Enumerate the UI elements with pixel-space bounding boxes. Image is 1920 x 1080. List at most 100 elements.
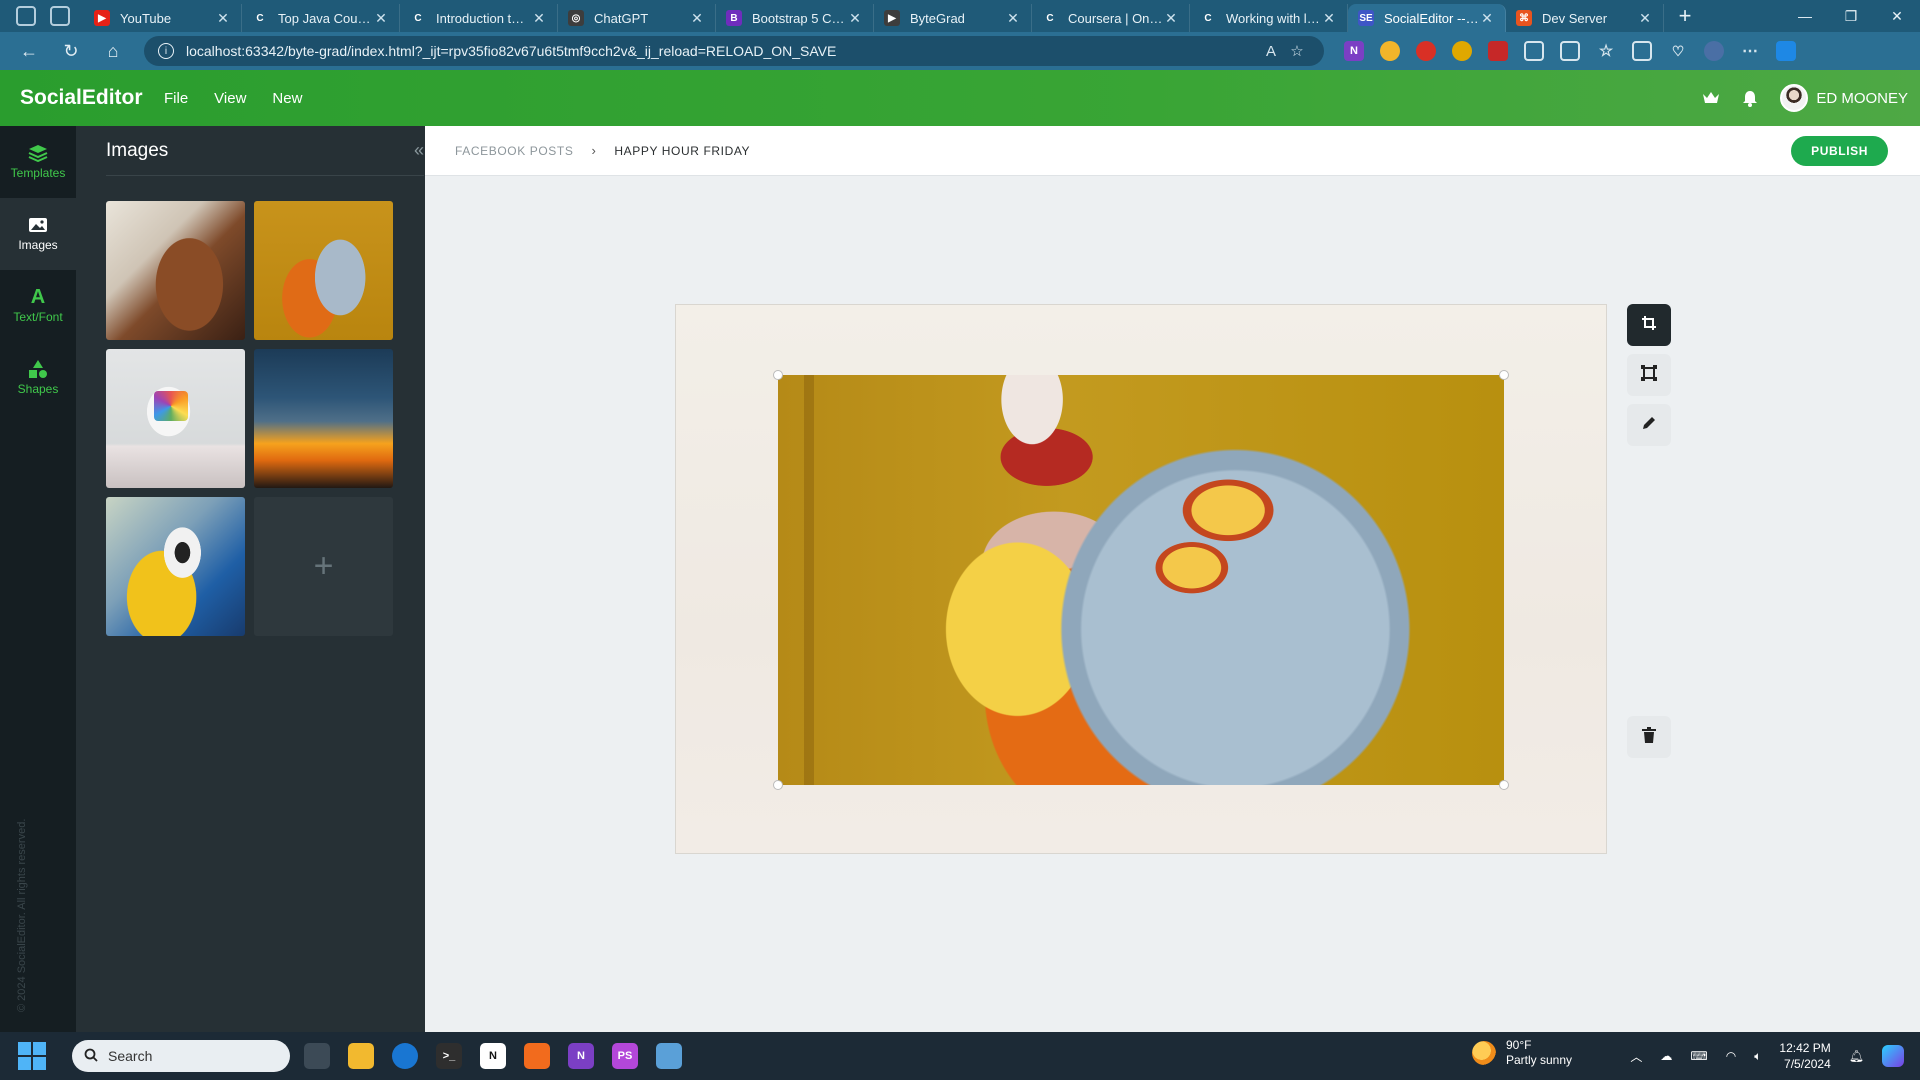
tab-close-icon[interactable]: ✕ bbox=[373, 10, 389, 27]
tab-close-icon[interactable]: ✕ bbox=[215, 10, 231, 27]
copilot-taskbar-icon[interactable] bbox=[1882, 1045, 1904, 1067]
browser-tab[interactable]: ▶ YouTube ✕ bbox=[84, 4, 242, 32]
onenote-icon[interactable]: N bbox=[568, 1043, 594, 1069]
delete-button[interactable] bbox=[1627, 716, 1671, 758]
crown-icon[interactable] bbox=[1702, 91, 1720, 105]
menu-new[interactable]: New bbox=[272, 90, 302, 107]
menu-file[interactable]: File bbox=[164, 90, 188, 107]
crop-button[interactable] bbox=[1627, 304, 1671, 346]
favorites-icon[interactable]: ☆ bbox=[1596, 41, 1616, 61]
notion-icon[interactable]: N bbox=[480, 1043, 506, 1069]
split-screen-icon[interactable] bbox=[1560, 41, 1580, 61]
resize-handle-top-right[interactable] bbox=[1499, 370, 1509, 380]
browser-tab[interactable]: ▶ ByteGrad ✕ bbox=[874, 4, 1032, 32]
start-button[interactable] bbox=[18, 1042, 46, 1070]
user-menu[interactable]: ED MOONEY bbox=[1780, 84, 1908, 112]
refresh-button[interactable]: ↻ bbox=[56, 36, 86, 66]
url-field[interactable]: i localhost:63342/byte-grad/index.html?_… bbox=[144, 36, 1324, 66]
edge-browser-icon[interactable] bbox=[392, 1043, 418, 1069]
menu-view[interactable]: View bbox=[214, 90, 246, 107]
collections-icon[interactable] bbox=[1632, 41, 1652, 61]
browser-tab[interactable]: C Introduction to Ba ✕ bbox=[400, 4, 558, 32]
sidebar-item-images[interactable]: Images bbox=[0, 198, 76, 270]
shield-extension-icon[interactable] bbox=[1488, 41, 1508, 61]
resize-handle-bottom-left[interactable] bbox=[773, 780, 783, 790]
xampp-icon[interactable] bbox=[524, 1043, 550, 1069]
browser-tab[interactable]: SE SocialEditor -- Sim✕ bbox=[1348, 4, 1506, 32]
wifi-icon[interactable]: ◠ bbox=[1726, 1049, 1736, 1063]
chevron-up-icon[interactable]: ︿ bbox=[1630, 1048, 1642, 1065]
collapse-panel-icon[interactable]: « bbox=[414, 140, 424, 161]
close-window-button[interactable]: ✕ bbox=[1874, 0, 1920, 32]
more-menu-icon[interactable]: ⋯ bbox=[1740, 41, 1760, 61]
resize-button[interactable] bbox=[1627, 354, 1671, 396]
onedrive-icon[interactable]: ☁ bbox=[1660, 1049, 1672, 1063]
task-view-icon[interactable] bbox=[304, 1043, 330, 1069]
browser-essentials-icon[interactable]: ♡ bbox=[1668, 41, 1688, 61]
publish-button[interactable]: PUBLISH bbox=[1791, 136, 1888, 166]
design-canvas[interactable] bbox=[675, 304, 1607, 854]
tab-close-icon[interactable]: ✕ bbox=[1321, 10, 1337, 27]
app-icon[interactable] bbox=[656, 1043, 682, 1069]
tab-close-icon[interactable]: ✕ bbox=[1163, 10, 1179, 27]
url-text[interactable]: localhost:63342/byte-grad/index.html?_ij… bbox=[186, 43, 1258, 59]
file-explorer-icon[interactable] bbox=[348, 1043, 374, 1069]
browser-tab[interactable]: B Bootstrap 5 Classe✕ bbox=[716, 4, 874, 32]
sidebar-item-shapes[interactable]: Shapes bbox=[0, 342, 76, 414]
tab-close-icon[interactable]: ✕ bbox=[531, 10, 547, 27]
avatar bbox=[1780, 84, 1809, 112]
tab-close-icon[interactable]: ✕ bbox=[847, 10, 863, 27]
sidebar-item-label: Templates bbox=[10, 166, 66, 180]
image-thumb-mug[interactable] bbox=[106, 349, 245, 488]
tab-actions-icon[interactable] bbox=[50, 6, 70, 26]
extensions-puzzle-icon[interactable] bbox=[1524, 41, 1544, 61]
browser-tab[interactable]: C Working with libra ✕ bbox=[1190, 4, 1348, 32]
keyboard-icon[interactable]: ⌨ bbox=[1690, 1049, 1707, 1063]
system-tray: ︿ ☁ ⌨ ◠ 🔈︎ 12:42 PM 7/5/2024 🔔︎ bbox=[1630, 1032, 1904, 1080]
bell-icon[interactable] bbox=[1742, 90, 1758, 107]
image-thumb-horse[interactable] bbox=[106, 201, 245, 340]
tab-close-icon[interactable]: ✕ bbox=[1005, 10, 1021, 27]
read-aloud-icon[interactable]: A bbox=[1258, 43, 1284, 60]
onenote-extension-icon[interactable]: N bbox=[1344, 41, 1364, 61]
clock[interactable]: 12:42 PM 7/5/2024 bbox=[1779, 1040, 1830, 1072]
image-thumb-sunset[interactable] bbox=[254, 349, 393, 488]
resize-handle-bottom-right[interactable] bbox=[1499, 780, 1509, 790]
weather-widget[interactable]: 90°F Partly sunny bbox=[1472, 1038, 1572, 1068]
tab-close-icon[interactable]: ✕ bbox=[1637, 10, 1653, 27]
add-image-button[interactable]: + bbox=[254, 497, 393, 636]
browser-tab[interactable]: ⌘ Dev Server ✕ bbox=[1506, 4, 1664, 32]
browser-tab[interactable]: C Top Java Courses ✕ bbox=[242, 4, 400, 32]
brand-logo[interactable]: SocialEditor bbox=[0, 86, 164, 110]
browser-tab[interactable]: C Coursera | Online ✕ bbox=[1032, 4, 1190, 32]
volume-icon[interactable]: 🔈︎ bbox=[1754, 1049, 1761, 1064]
tab-close-icon[interactable]: ✕ bbox=[689, 10, 705, 27]
terminal-icon[interactable]: >_ bbox=[436, 1043, 462, 1069]
extension-badge-icon[interactable] bbox=[1416, 41, 1436, 61]
image-thumb-kimono[interactable] bbox=[254, 201, 393, 340]
image-thumb-parrot[interactable] bbox=[106, 497, 245, 636]
breadcrumb-parent[interactable]: FACEBOOK POSTS bbox=[455, 144, 573, 158]
tab-close-icon[interactable]: ✕ bbox=[1479, 10, 1495, 27]
sidebar-item-text-font[interactable]: A Text/Font bbox=[0, 270, 76, 342]
edit-button[interactable] bbox=[1627, 404, 1671, 446]
taskbar-search[interactable]: Search bbox=[72, 1040, 290, 1072]
copilot-icon[interactable] bbox=[1776, 41, 1796, 61]
extension-icon[interactable] bbox=[1380, 41, 1400, 61]
home-button[interactable]: ⌂ bbox=[98, 36, 128, 66]
sidebar-item-templates[interactable]: Templates bbox=[0, 126, 76, 198]
extension-icon[interactable] bbox=[1452, 41, 1472, 61]
workspaces-icon[interactable] bbox=[16, 6, 36, 26]
browser-tab[interactable]: ◎ ChatGPT ✕ bbox=[558, 4, 716, 32]
favorite-star-icon[interactable]: ☆ bbox=[1284, 42, 1310, 60]
resize-handle-top-left[interactable] bbox=[773, 370, 783, 380]
minimize-button[interactable]: — bbox=[1782, 0, 1828, 32]
site-info-icon[interactable]: i bbox=[158, 43, 174, 59]
back-button[interactable]: ← bbox=[14, 36, 44, 66]
restore-button[interactable]: ❐ bbox=[1828, 0, 1874, 32]
profile-icon[interactable] bbox=[1704, 41, 1724, 61]
phpstorm-icon[interactable]: PS bbox=[612, 1043, 638, 1069]
new-tab-button[interactable]: + bbox=[1670, 3, 1700, 29]
notification-bell-icon[interactable]: 🔔︎ bbox=[1849, 1049, 1864, 1063]
selected-image[interactable] bbox=[778, 375, 1504, 785]
